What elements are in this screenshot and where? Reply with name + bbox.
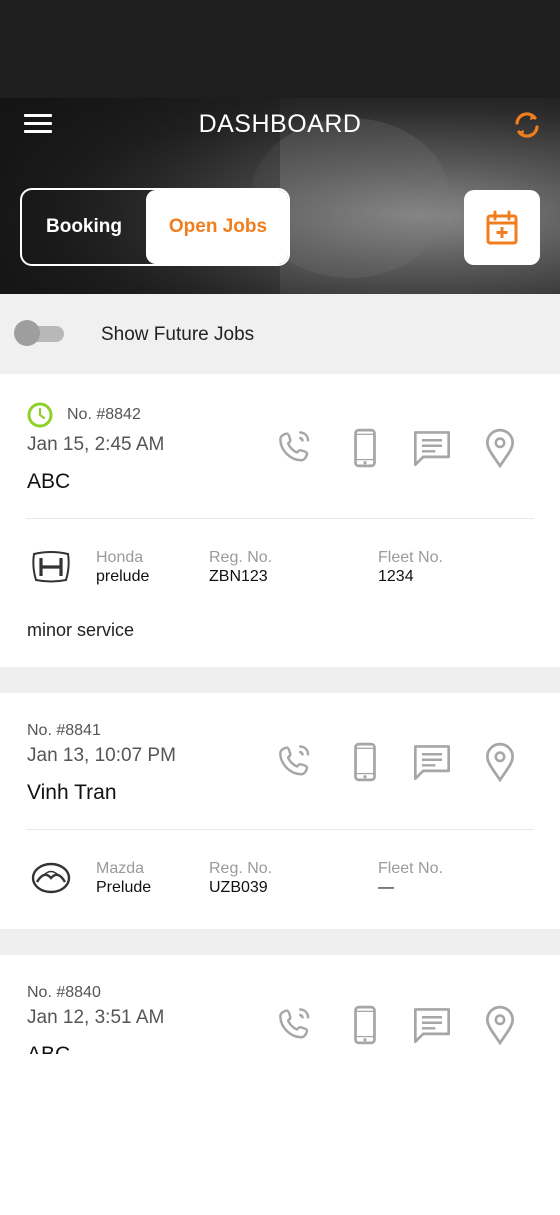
future-jobs-label: Show Future Jobs xyxy=(101,324,255,345)
calendar-add-icon xyxy=(486,210,518,244)
fleet-value: 1234 xyxy=(378,568,414,585)
fleet-label: Fleet No. xyxy=(378,860,443,877)
job-card[interactable]: No. #8840 Jan 12, 3:51 AM ABC xyxy=(0,955,560,1054)
fleet-label: Fleet No. xyxy=(378,549,443,566)
status-bar xyxy=(0,0,560,98)
mobile-icon[interactable] xyxy=(345,1005,385,1045)
phone-call-icon[interactable] xyxy=(277,742,317,782)
mazda-logo-icon xyxy=(31,862,71,894)
divider xyxy=(26,829,534,830)
page-title: DASHBOARD xyxy=(198,110,362,138)
mobile-icon[interactable] xyxy=(345,428,385,468)
future-jobs-toggle[interactable] xyxy=(14,320,64,346)
future-jobs-filter: Show Future Jobs xyxy=(0,294,560,374)
honda-logo-icon xyxy=(32,551,70,583)
vehicle-make: Mazda xyxy=(96,860,145,877)
vehicle-make: Honda xyxy=(96,549,144,566)
job-date: Jan 15, 2:45 AM xyxy=(27,434,165,455)
reg-label: Reg. No. xyxy=(209,860,273,877)
mobile-icon[interactable] xyxy=(345,742,385,782)
job-date: Jan 12, 3:51 AM xyxy=(27,1007,165,1028)
location-icon[interactable] xyxy=(480,1005,520,1045)
clock-icon xyxy=(27,402,53,428)
location-icon[interactable] xyxy=(480,428,520,468)
customer-name: ABC xyxy=(27,1043,70,1054)
refresh-icon[interactable] xyxy=(510,108,544,142)
message-icon[interactable] xyxy=(412,428,452,468)
tab-switcher: Booking Open Jobs xyxy=(20,188,290,266)
fleet-value: — xyxy=(378,879,394,896)
job-card[interactable]: No. #8841 Jan 13, 10:07 PM Vinh Tran Maz… xyxy=(0,693,560,929)
phone-call-icon[interactable] xyxy=(277,428,317,468)
reg-value: ZBN123 xyxy=(209,568,268,585)
job-date: Jan 13, 10:07 PM xyxy=(27,745,176,766)
vehicle-model: Prelude xyxy=(96,879,152,896)
add-booking-button[interactable] xyxy=(464,190,540,265)
job-card[interactable]: No. #8842 Jan 15, 2:45 AM ABC Honda prel… xyxy=(0,374,560,667)
job-number: No. #8842 xyxy=(67,406,141,423)
job-number: No. #8841 xyxy=(27,722,101,739)
location-icon[interactable] xyxy=(480,742,520,782)
header: DASHBOARD Booking Open Jobs xyxy=(0,98,560,294)
message-icon[interactable] xyxy=(412,1005,452,1045)
job-number: No. #8840 xyxy=(27,984,101,1001)
job-notes: minor service xyxy=(27,620,135,640)
customer-name: Vinh Tran xyxy=(27,781,117,804)
message-icon[interactable] xyxy=(412,742,452,782)
tab-open-jobs[interactable]: Open Jobs xyxy=(146,190,288,264)
vehicle-model: prelude xyxy=(96,568,150,585)
customer-name: ABC xyxy=(27,470,71,493)
reg-value: UZB039 xyxy=(209,879,268,896)
phone-call-icon[interactable] xyxy=(277,1005,317,1045)
reg-label: Reg. No. xyxy=(209,549,273,566)
tab-booking[interactable]: Booking xyxy=(22,190,146,264)
divider xyxy=(26,518,534,519)
